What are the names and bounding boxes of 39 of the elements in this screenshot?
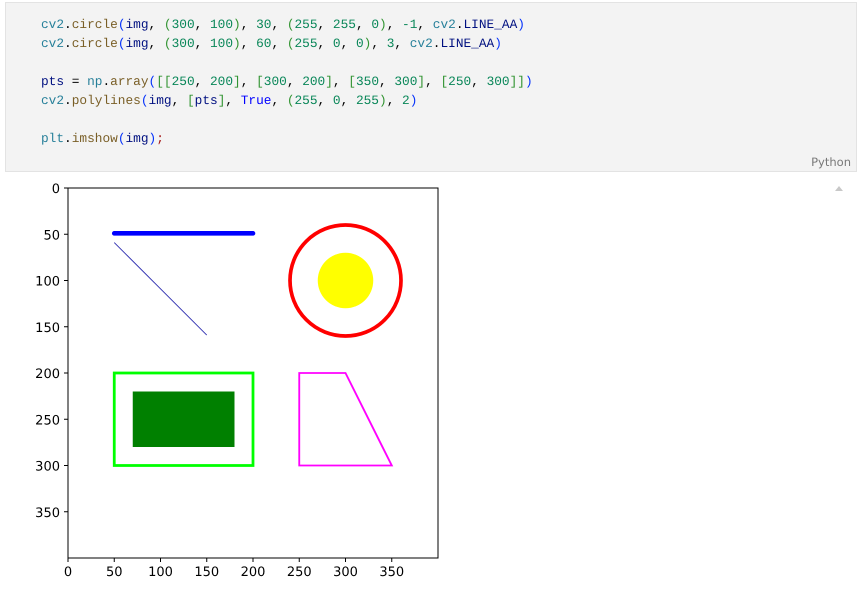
code-line: cv2.polylines(img, [pts], True, (255, 0, 255), 2) (41, 92, 418, 110)
x-tick (206, 558, 208, 562)
y-tick (64, 280, 68, 281)
y-tick (64, 326, 68, 328)
y-tick-label: 250 (35, 413, 60, 428)
scroll-up-icon[interactable] (835, 186, 843, 191)
y-tick-label: 50 (43, 228, 60, 244)
code-line: cv2.circle(img, (300, 100), 60, (255, 0, 0), 3, cv2.LINE_AA) (41, 35, 502, 53)
x-tick-label: 200 (240, 565, 266, 580)
language-label: Python (811, 155, 851, 169)
x-tick-label: 250 (286, 565, 312, 580)
y-tick-label: 100 (35, 274, 60, 290)
x-tick-label: 150 (194, 565, 220, 580)
code-line: plt.imshow(img); (41, 130, 164, 148)
y-tick (64, 372, 68, 374)
filled-circle (318, 252, 374, 308)
y-tick (64, 418, 68, 420)
x-tick (298, 558, 300, 562)
y-tick-label: 300 (35, 460, 60, 474)
x-tick (252, 558, 254, 562)
x-tick (345, 558, 346, 562)
y-tick-label: 200 (35, 367, 60, 382)
code-line: cv2.circle(img, (300, 100), 30, (255, 255, 0), -1, cv2.LINE_AA) (41, 16, 525, 34)
code-line: pts = np.array([[250, 200], [300, 200], [350, 300], [250, 300]]) (41, 73, 533, 91)
y-tick (64, 465, 68, 466)
y-tick (64, 234, 68, 235)
x-tick (160, 558, 161, 562)
y-tick-label: 350 (35, 506, 60, 521)
x-tick-label: 0 (64, 565, 72, 580)
y-tick-label: 0 (52, 182, 60, 197)
x-tick-label: 50 (106, 565, 123, 580)
x-tick-label: 350 (379, 565, 404, 580)
x-tick (114, 558, 115, 562)
y-tick (64, 511, 68, 512)
x-tick-label: 100 (148, 565, 173, 580)
code-cell[interactable] (5, 2, 857, 172)
x-tick-label: 300 (333, 565, 358, 580)
y-tick-label: 150 (35, 320, 60, 336)
x-tick (391, 558, 392, 562)
